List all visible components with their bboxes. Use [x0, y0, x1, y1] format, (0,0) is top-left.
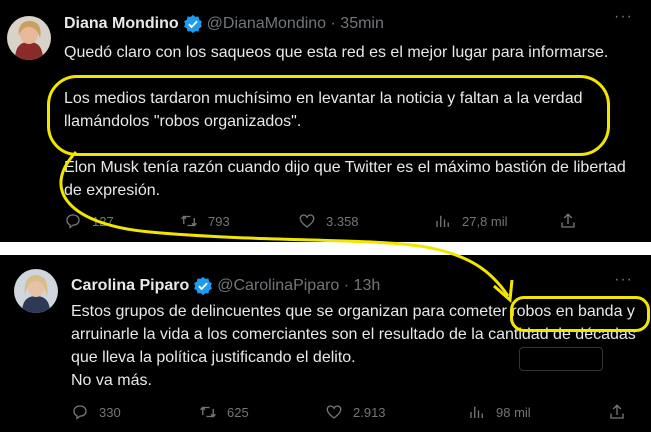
retweet-count: 793: [208, 213, 230, 229]
action-bar: 330 625 2.913 98 mil: [71, 403, 626, 421]
verified-badge-icon: [193, 276, 213, 296]
retweet-icon: [200, 406, 216, 418]
tweet-carolina-piparo[interactable]: Carolina Piparo @CarolinaPiparo · 13h ··…: [0, 255, 651, 432]
views-count: 27,8 mil: [462, 213, 508, 229]
share-button[interactable]: [559, 212, 577, 230]
author-name[interactable]: Diana Mondino: [64, 15, 179, 33]
tweet-header: Diana Mondino @DianaMondino · 35min: [64, 14, 384, 34]
author-name[interactable]: Carolina Piparo: [71, 277, 189, 295]
views-icon: [436, 215, 449, 227]
separator-dot: ·: [339, 277, 354, 294]
timestamp[interactable]: 35min: [340, 15, 384, 33]
views-button[interactable]: 98 mil: [468, 403, 608, 421]
tweet-paragraph: Los medios tardaron muchísimo en levanta…: [64, 90, 583, 130]
separator-dot: ·: [326, 15, 341, 32]
like-button[interactable]: 3.358: [298, 212, 434, 230]
views-button[interactable]: 27,8 mil: [434, 212, 559, 230]
avatar[interactable]: [7, 16, 51, 60]
reply-button[interactable]: 127: [64, 212, 180, 230]
tweet-paragraph: Elon Musk tenía razón cuando dijo que Tw…: [64, 159, 626, 199]
more-icon[interactable]: ···: [614, 8, 633, 26]
share-button[interactable]: [608, 403, 626, 421]
like-count: 3.358: [326, 213, 359, 229]
reply-icon: [66, 214, 80, 229]
retweet-count: 625: [227, 404, 249, 420]
like-icon: [326, 405, 342, 419]
retweet-button[interactable]: 793: [180, 212, 298, 230]
reply-count: 330: [99, 404, 121, 420]
avatar[interactable]: [14, 269, 58, 313]
views-count: 98 mil: [496, 404, 531, 420]
retweet-icon: [181, 215, 197, 227]
retweet-button[interactable]: 625: [199, 403, 325, 421]
tweet-header: Carolina Piparo @CarolinaPiparo · 13h: [71, 276, 380, 296]
like-button[interactable]: 2.913: [325, 403, 468, 421]
action-bar: 127 793 3.358 27,8 mil: [64, 212, 577, 230]
tweet-diana-mondino[interactable]: Diana Mondino @DianaMondino · 35min ··· …: [0, 0, 651, 242]
tweet-paragraph: No va más.: [71, 372, 152, 389]
redaction-box: [519, 347, 603, 371]
like-count: 2.913: [353, 404, 386, 420]
more-icon[interactable]: ···: [614, 271, 633, 289]
author-handle[interactable]: @DianaMondino: [207, 15, 326, 33]
views-icon: [470, 406, 483, 418]
timestamp[interactable]: 13h: [354, 277, 381, 295]
share-icon: [561, 213, 575, 228]
reply-icon: [73, 405, 87, 420]
share-icon: [610, 404, 624, 419]
tweet-paragraph: Quedó claro con los saqueos que esta red…: [64, 44, 609, 61]
like-icon: [299, 214, 315, 228]
author-handle[interactable]: @CarolinaPiparo: [217, 277, 339, 295]
reply-button[interactable]: 330: [71, 403, 199, 421]
reply-count: 127: [92, 213, 114, 229]
tweet-text: Quedó claro con los saqueos que esta red…: [64, 41, 639, 202]
verified-badge-icon: [183, 14, 203, 34]
tweet-text: Estos grupos de delincuentes que se orga…: [71, 300, 637, 392]
